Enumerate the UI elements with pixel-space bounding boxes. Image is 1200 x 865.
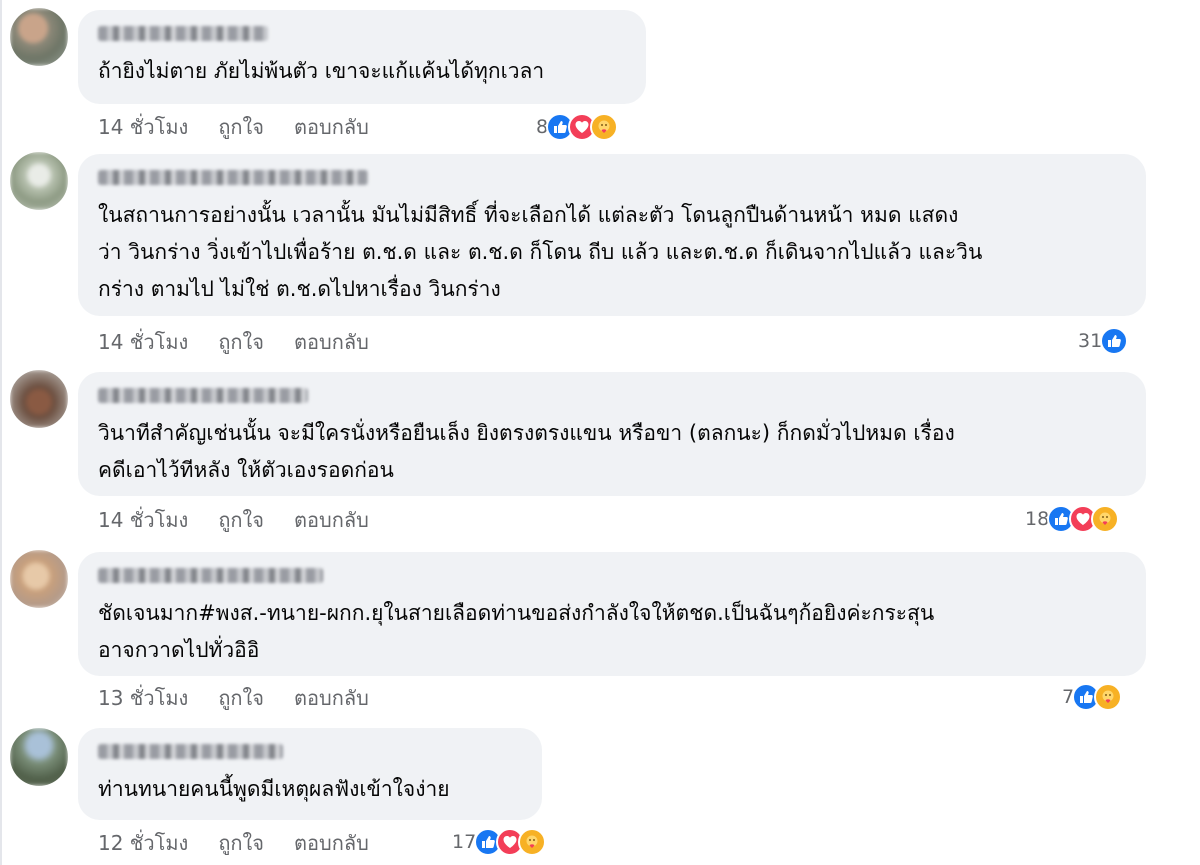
like-action[interactable]: ถูกใจ — [218, 827, 264, 859]
comment-bubble: ท่านทนายคนนี้พูดมีเหตุผลฟังเข้าใจง่าย — [78, 728, 542, 820]
reply-action[interactable]: ตอบกลับ — [294, 326, 369, 358]
author-name-blurred[interactable] — [98, 568, 323, 583]
comment-bubble: ถ้ายิงไม่ตาย ภัยไม่พ้นตัว เขาจะแก้แค้นได… — [78, 10, 646, 104]
like-icon — [1100, 327, 1129, 355]
author-name-blurred[interactable] — [98, 170, 368, 185]
reaction-count: 31 — [1078, 330, 1103, 352]
comment-text: ในสถานการอย่างนั้น เวลานั้น มันไม่มีสิทธ… — [98, 203, 983, 301]
care-icon — [1094, 683, 1123, 711]
avatar[interactable] — [10, 152, 68, 210]
author-name-blurred[interactable] — [98, 388, 308, 403]
comment-actions: 14 ชั่วโมง ถูกใจ ตอบกลับ — [98, 112, 369, 142]
comment-text: ถ้ายิงไม่ตาย ภัยไม่พ้นตัว เขาจะแก้แค้นได… — [98, 59, 545, 83]
like-action[interactable]: ถูกใจ — [218, 682, 264, 714]
like-action[interactable]: ถูกใจ — [218, 326, 264, 358]
comment-actions: 14 ชั่วโมง ถูกใจ ตอบกลับ — [98, 327, 369, 357]
reaction-summary[interactable]: 18 — [1025, 504, 1120, 534]
reply-action[interactable]: ตอบกลับ — [294, 504, 369, 536]
comment-actions: 13 ชั่วโมง ถูกใจ ตอบกลับ — [98, 683, 369, 713]
reply-action[interactable]: ตอบกลับ — [294, 111, 369, 143]
reaction-summary[interactable]: 8 — [536, 112, 619, 142]
comment-actions: 12 ชั่วโมง ถูกใจ ตอบกลับ — [98, 828, 369, 858]
comment-timestamp[interactable]: 14 ชั่วโมง — [98, 504, 188, 536]
comment-bubble: วินาทีสำคัญเช่นนั้น จะมีใครนั่งหรือยืนเล… — [78, 372, 1146, 496]
comment-text: ชัดเจนมาก#พงส.-ทนาย-ผกก.ยุในสายเลือดท่าน… — [98, 601, 935, 662]
reaction-count: 17 — [452, 831, 477, 853]
avatar[interactable] — [10, 8, 68, 66]
comment-text: ท่านทนายคนนี้พูดมีเหตุผลฟังเข้าใจง่าย — [98, 777, 450, 801]
reaction-summary[interactable]: 7 — [1062, 682, 1123, 712]
comment-bubble: ชัดเจนมาก#พงส.-ทนาย-ผกก.ยุในสายเลือดท่าน… — [78, 552, 1146, 676]
reply-action[interactable]: ตอบกลับ — [294, 827, 369, 859]
like-action[interactable]: ถูกใจ — [218, 111, 264, 143]
author-name-blurred[interactable] — [98, 744, 283, 759]
avatar[interactable] — [10, 550, 68, 608]
author-name-blurred[interactable] — [98, 26, 268, 41]
reaction-count: 18 — [1025, 508, 1050, 530]
reaction-summary[interactable]: 31 — [1078, 326, 1129, 356]
reaction-summary[interactable]: 17 — [452, 827, 547, 857]
reply-action[interactable]: ตอบกลับ — [294, 682, 369, 714]
care-icon — [1091, 505, 1120, 533]
comment-timestamp[interactable]: 14 ชั่วโมง — [98, 326, 188, 358]
comment-timestamp[interactable]: 12 ชั่วโมง — [98, 827, 188, 859]
avatar[interactable] — [10, 728, 68, 786]
comment-timestamp[interactable]: 13 ชั่วโมง — [98, 682, 188, 714]
left-edge-divider — [0, 0, 2, 865]
like-action[interactable]: ถูกใจ — [218, 504, 264, 536]
comment-text: วินาทีสำคัญเช่นนั้น จะมีใครนั่งหรือยืนเล… — [98, 421, 955, 482]
comment-actions: 14 ชั่วโมง ถูกใจ ตอบกลับ — [98, 505, 369, 535]
avatar[interactable] — [10, 370, 68, 428]
care-icon — [518, 828, 547, 856]
comment-bubble: ในสถานการอย่างนั้น เวลานั้น มันไม่มีสิทธ… — [78, 154, 1146, 316]
comment-timestamp[interactable]: 14 ชั่วโมง — [98, 111, 188, 143]
care-icon — [590, 113, 619, 141]
